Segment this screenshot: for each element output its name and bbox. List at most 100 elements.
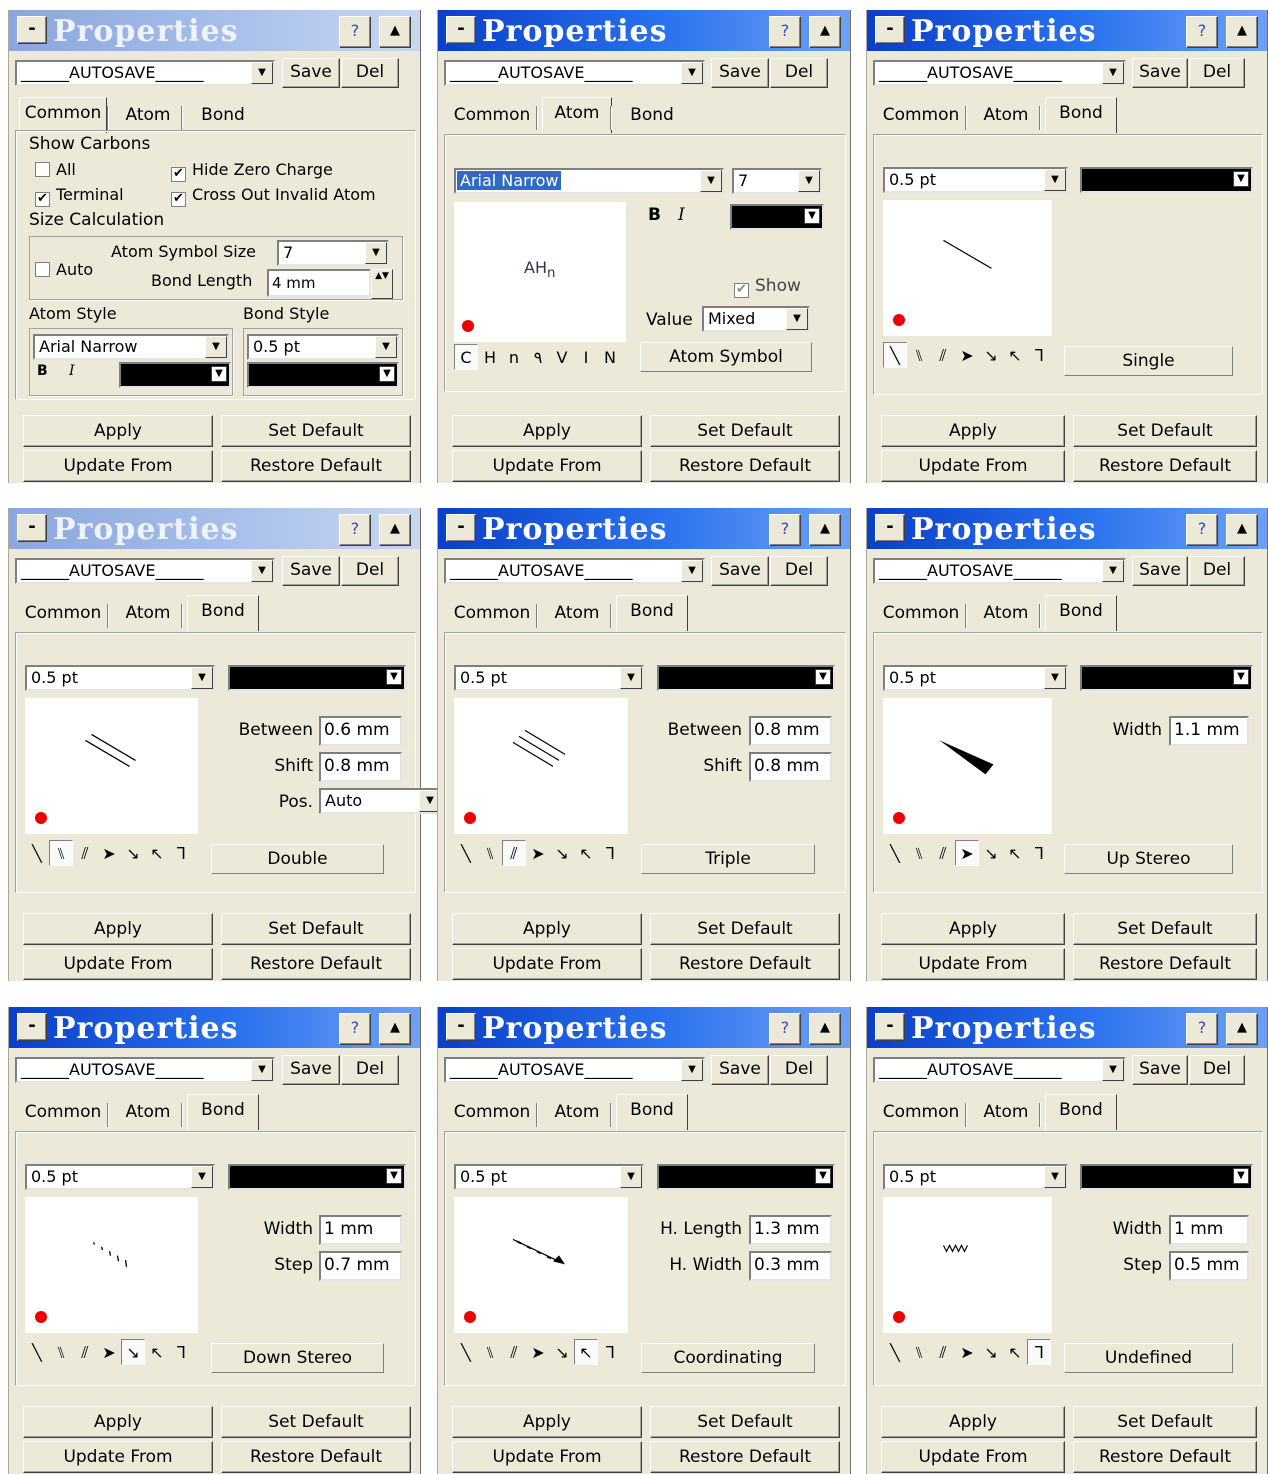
up-stereo-icon[interactable]: ➤	[955, 1340, 979, 1366]
tab-bond[interactable]: Bond	[1045, 1094, 1117, 1130]
chevron-down-icon[interactable]: ▼	[365, 242, 387, 264]
chevron-down-icon[interactable]: ▼	[251, 560, 273, 582]
update-from-button[interactable]: Update From	[452, 450, 642, 482]
checkbox-icon[interactable]: ✔	[734, 283, 749, 298]
preset-select[interactable]: ______AUTOSAVE______ ▼	[444, 1057, 705, 1083]
chevron-down-icon[interactable]: ▼	[191, 1166, 213, 1188]
tab-atom[interactable]: Atom	[113, 1099, 183, 1127]
chevron-down-icon[interactable]: ▼	[1044, 169, 1066, 191]
single-bond-icon[interactable]: ╲	[883, 841, 907, 867]
triple-bond-icon[interactable]: ⫽	[73, 1340, 97, 1366]
atom-mode-4[interactable]: V	[550, 345, 574, 371]
width-input[interactable]: 1.1 mm	[1169, 716, 1249, 746]
up-stereo-icon[interactable]: ➤	[97, 841, 121, 867]
checkbox-icon[interactable]: ✔	[171, 192, 186, 207]
help-button[interactable]: ?	[339, 514, 371, 546]
save-button[interactable]: Save	[282, 58, 340, 88]
restore-default-button[interactable]: Restore Default	[1073, 450, 1257, 482]
color-picker[interactable]: ▼	[657, 665, 835, 691]
save-button[interactable]: Save	[282, 556, 340, 586]
hide-zero-charge-checkbox[interactable]: ✔ Hide Zero Charge	[171, 160, 333, 182]
tab-common[interactable]: Common	[448, 600, 536, 628]
collapse-button[interactable]: ▲	[379, 514, 411, 546]
del-button[interactable]: Del	[341, 1055, 399, 1085]
tab-bond[interactable]: Bond	[616, 1094, 688, 1130]
chevron-down-icon[interactable]: ▼	[1102, 1059, 1124, 1081]
color-picker[interactable]: ▼	[228, 665, 406, 691]
down-stereo-icon[interactable]: ↘	[550, 1340, 574, 1366]
tab-bond[interactable]: Bond	[1045, 595, 1117, 631]
triple-bond-icon[interactable]: ⫽	[931, 841, 955, 867]
collapse-button[interactable]: ▲	[809, 1013, 841, 1045]
terminal-checkbox[interactable]: ✔ Terminal	[35, 185, 124, 207]
chevron-down-icon[interactable]: ▼	[386, 669, 402, 685]
checkbox-icon[interactable]	[35, 262, 50, 277]
color-picker[interactable]: ▼	[657, 1164, 835, 1190]
tab-atom[interactable]: Atom	[113, 600, 183, 628]
double-bond-icon[interactable]: ⑊	[478, 1340, 502, 1366]
atom-font-select[interactable]: Arial Narrow ▼	[33, 334, 229, 360]
undefined-bond-icon[interactable]: ᒣ	[598, 1340, 622, 1366]
hwidth-input[interactable]: 0.3 mm	[749, 1251, 832, 1281]
double-bond-icon[interactable]: ⑊	[478, 841, 502, 867]
hlength-input[interactable]: 1.3 mm	[749, 1215, 832, 1245]
color-picker[interactable]: ▼	[228, 1164, 406, 1190]
font-size-select[interactable]: 7 ▼	[732, 168, 822, 194]
preset-select[interactable]: ______AUTOSAVE______ ▼	[444, 60, 705, 86]
preset-select[interactable]: ______AUTOSAVE______ ▼	[444, 558, 705, 584]
set-default-button[interactable]: Set Default	[221, 1406, 411, 1438]
chevron-down-icon[interactable]: ▼	[375, 336, 397, 358]
collapse-button[interactable]: ▲	[809, 16, 841, 48]
collapse-button[interactable]: ▲	[379, 16, 411, 48]
chevron-down-icon[interactable]: ▼	[681, 1059, 703, 1081]
up-stereo-icon[interactable]: ➤	[955, 840, 979, 866]
restore-default-button[interactable]: Restore Default	[1073, 948, 1257, 980]
tab-atom[interactable]: Atom	[971, 102, 1041, 130]
step-input[interactable]: 0.7 mm	[319, 1251, 402, 1281]
del-button[interactable]: Del	[770, 556, 828, 586]
undefined-bond-icon[interactable]: ᒣ	[169, 1340, 193, 1366]
restore-default-button[interactable]: Restore Default	[650, 450, 840, 482]
tab-common[interactable]: Common	[448, 1099, 536, 1127]
coordinating-icon[interactable]: ↖	[1003, 1340, 1027, 1366]
set-default-button[interactable]: Set Default	[1073, 1406, 1257, 1438]
atom-mode-6[interactable]: N	[598, 345, 622, 371]
checkbox-icon[interactable]: ✔	[171, 167, 186, 182]
double-bond-icon[interactable]: ⑊	[49, 1340, 73, 1366]
minimize-button[interactable]: -	[17, 16, 47, 44]
tab-bond[interactable]: Bond	[616, 102, 688, 130]
chevron-down-icon[interactable]: ▼	[681, 560, 703, 582]
down-stereo-icon[interactable]: ↘	[550, 841, 574, 867]
restore-default-button[interactable]: Restore Default	[221, 1441, 411, 1473]
undefined-bond-icon[interactable]: ᒣ	[1027, 841, 1051, 867]
update-from-button[interactable]: Update From	[23, 948, 213, 980]
save-button[interactable]: Save	[711, 556, 769, 586]
minimize-button[interactable]: -	[17, 514, 47, 542]
apply-button[interactable]: Apply	[23, 415, 213, 447]
minimize-button[interactable]: -	[446, 16, 476, 44]
save-button[interactable]: Save	[711, 58, 769, 88]
atom-symbol-size-select[interactable]: 7 ▼	[277, 240, 389, 266]
tab-atom[interactable]: Atom	[971, 1099, 1041, 1127]
help-button[interactable]: ?	[1186, 1013, 1218, 1045]
collapse-button[interactable]: ▲	[809, 514, 841, 546]
minimize-button[interactable]: -	[875, 514, 905, 542]
help-button[interactable]: ?	[1186, 514, 1218, 546]
chevron-down-icon[interactable]: ▼	[815, 1168, 831, 1184]
coordinating-icon[interactable]: ↖	[574, 841, 598, 867]
update-from-button[interactable]: Update From	[452, 1441, 642, 1473]
del-button[interactable]: Del	[770, 1055, 828, 1085]
save-button[interactable]: Save	[1132, 1055, 1188, 1085]
preset-select[interactable]: ______AUTOSAVE______ ▼	[873, 558, 1126, 584]
double-bond-icon[interactable]: ⑊	[907, 343, 931, 369]
shift-input[interactable]: 0.8 mm	[319, 752, 402, 782]
undefined-bond-icon[interactable]: ᒣ	[1027, 343, 1051, 369]
set-default-button[interactable]: Set Default	[1073, 415, 1257, 447]
auto-checkbox[interactable]: Auto	[35, 260, 93, 279]
tab-atom[interactable]: Atom	[113, 102, 183, 130]
color-picker[interactable]: ▼	[730, 204, 824, 230]
chevron-down-icon[interactable]: ▼	[205, 336, 227, 358]
atom-font-select[interactable]: Arial Narrow ▼	[454, 168, 724, 194]
restore-default-button[interactable]: Restore Default	[221, 948, 411, 980]
checkbox-icon[interactable]	[35, 162, 50, 177]
